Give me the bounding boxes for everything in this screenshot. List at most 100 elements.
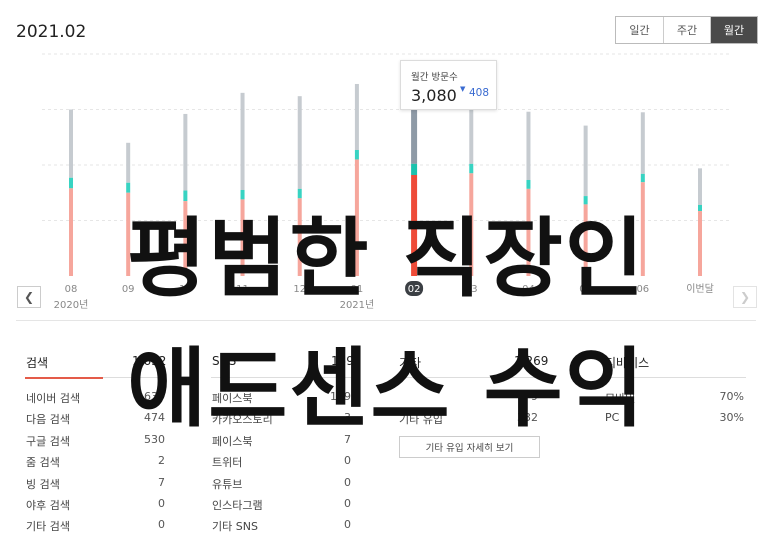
bar-segment-low bbox=[297, 198, 302, 276]
sns-row-label: 카카오스토리 bbox=[212, 413, 273, 427]
sns-row: 유튜브 0 bbox=[212, 476, 351, 492]
sns-total: 159 bbox=[331, 354, 354, 368]
search-row: 기타 검색 0 bbox=[26, 518, 165, 534]
sns-row-label: 페이스북 bbox=[212, 434, 253, 448]
bar-segment-mid bbox=[297, 188, 302, 199]
chart-tooltip: 월간 방문수 3,080 ▼ 408 bbox=[400, 60, 497, 110]
device-row-value: 30% bbox=[719, 411, 744, 425]
sns-row-value: 0 bbox=[344, 497, 351, 510]
x-tick-label: 06 bbox=[636, 284, 649, 295]
year-label: 2020년 bbox=[54, 299, 89, 311]
bar-segment-mid bbox=[640, 173, 645, 183]
x-tick-label: 09 bbox=[122, 284, 135, 295]
x-tick-label: 05 bbox=[579, 284, 592, 295]
bar-segment-top bbox=[240, 92, 245, 190]
tooltip-value: 3,080 bbox=[411, 86, 457, 105]
search-row: 야후 검색 0 bbox=[26, 497, 165, 513]
search-row-value: 0 bbox=[158, 518, 165, 532]
device-row-value: 70% bbox=[719, 390, 744, 403]
x-tick-label: 12 bbox=[293, 284, 306, 295]
bar-segment-mid bbox=[69, 177, 73, 189]
sns-row-value: 0 bbox=[344, 518, 351, 532]
search-row-value: 639 bbox=[144, 390, 165, 403]
chart-next-button[interactable]: ❯ bbox=[733, 286, 757, 308]
bar-segment-mid bbox=[183, 190, 188, 202]
search-heading: 검색 bbox=[26, 356, 49, 370]
sns-row: 인스타그램 0 bbox=[212, 497, 351, 513]
bar-segment-low bbox=[69, 188, 73, 276]
bar-segment-low bbox=[583, 204, 588, 276]
bar-segment-mid bbox=[698, 204, 702, 212]
x-tick-label: 01 bbox=[351, 284, 364, 295]
sns-tab-line bbox=[211, 377, 352, 378]
other-row-value: 332 bbox=[517, 411, 538, 425]
bar-segment-low bbox=[469, 173, 474, 276]
bar-segment-low bbox=[411, 174, 418, 276]
search-row-value: 530 bbox=[144, 432, 165, 446]
chart-prev-button[interactable]: ❮ bbox=[17, 286, 41, 308]
bar-segment-mid bbox=[583, 196, 588, 205]
search-tab-line bbox=[103, 377, 166, 378]
tooltip-title: 월간 방문수 bbox=[411, 72, 458, 83]
other-row-label: 기타 유입 bbox=[399, 413, 443, 427]
search-row-label: 줌 검색 bbox=[26, 456, 60, 470]
bar-segment-low bbox=[698, 211, 702, 276]
bar-segment-mid bbox=[411, 163, 418, 175]
bar-segment-top bbox=[411, 105, 418, 164]
bar-segment-low bbox=[640, 182, 645, 276]
bar-segment-low bbox=[240, 199, 245, 276]
search-row: 줌 검색 2 bbox=[26, 454, 165, 470]
search-row-label: 구글 검색 bbox=[26, 434, 70, 448]
bar-segment-low bbox=[183, 201, 188, 276]
search-row-value: 0 bbox=[158, 497, 165, 510]
sns-row-value: 0 bbox=[344, 454, 351, 468]
search-row-label: 기타 검색 bbox=[26, 520, 70, 534]
tooltip-delta: 408 bbox=[469, 87, 490, 99]
sns-row-label: 페이스북 bbox=[212, 392, 253, 405]
x-tick-label: 08 bbox=[65, 284, 78, 295]
bar-segment-top bbox=[698, 168, 702, 205]
bar-segment-low bbox=[126, 192, 131, 276]
other-tab-line bbox=[398, 377, 540, 378]
sns-row-label: 기타 SNS bbox=[212, 520, 258, 534]
other-row-value: 9 bbox=[531, 390, 538, 403]
search-tab-underline bbox=[25, 377, 103, 379]
device-row-label: 모바일 bbox=[605, 392, 636, 405]
sns-row: 카카오스토리 3 bbox=[212, 411, 351, 427]
x-tick-label: 03 bbox=[465, 284, 478, 295]
x-tick-label: 11 bbox=[236, 284, 249, 295]
bar-segment-top bbox=[354, 83, 359, 151]
bar-segment-mid bbox=[526, 179, 531, 189]
sns-row-label: 유튜브 bbox=[212, 477, 243, 491]
search-row: 빙 검색 7 bbox=[26, 476, 165, 492]
device-row: 모바일 70% bbox=[605, 390, 744, 406]
x-tick-label: 04 bbox=[522, 284, 535, 295]
other-detail-button[interactable]: 기타 유입 자세히 보기 bbox=[399, 436, 540, 458]
bar-segment-mid bbox=[354, 150, 359, 160]
search-row-label: 야후 검색 bbox=[26, 499, 70, 512]
other-row: 9 bbox=[399, 390, 538, 406]
search-row-value: 7 bbox=[158, 475, 165, 489]
sns-heading: SNS bbox=[212, 354, 237, 368]
bar-segment-top bbox=[183, 113, 188, 191]
search-row: 다음 검색 474 bbox=[26, 411, 165, 427]
chevron-left-icon: ❮ bbox=[23, 290, 35, 304]
bar-segment-low bbox=[526, 188, 531, 276]
sns-row: 트위터 0 bbox=[212, 454, 351, 470]
search-row-label: 네이버 검색 bbox=[26, 392, 81, 405]
search-row-label: 빙 검색 bbox=[26, 477, 60, 491]
search-row-value: 2 bbox=[158, 454, 165, 468]
device-tab-line bbox=[604, 377, 746, 378]
sns-row: 페이스북 7 bbox=[212, 433, 351, 449]
search-row-value: 474 bbox=[144, 411, 165, 425]
other-heading: 기타 bbox=[399, 356, 422, 370]
sns-row-value: 7 bbox=[344, 432, 351, 446]
x-tick-label: 10 bbox=[179, 284, 192, 295]
sns-row-value: 3 bbox=[344, 411, 351, 425]
year-label: 2021년 bbox=[340, 299, 375, 311]
bar-segment-top bbox=[126, 142, 131, 183]
device-heading: 디바이스 bbox=[605, 356, 650, 370]
x-tick-label: 02 bbox=[408, 284, 421, 295]
other-total: 1,269 bbox=[514, 354, 549, 368]
bar-segment-top bbox=[583, 125, 588, 197]
